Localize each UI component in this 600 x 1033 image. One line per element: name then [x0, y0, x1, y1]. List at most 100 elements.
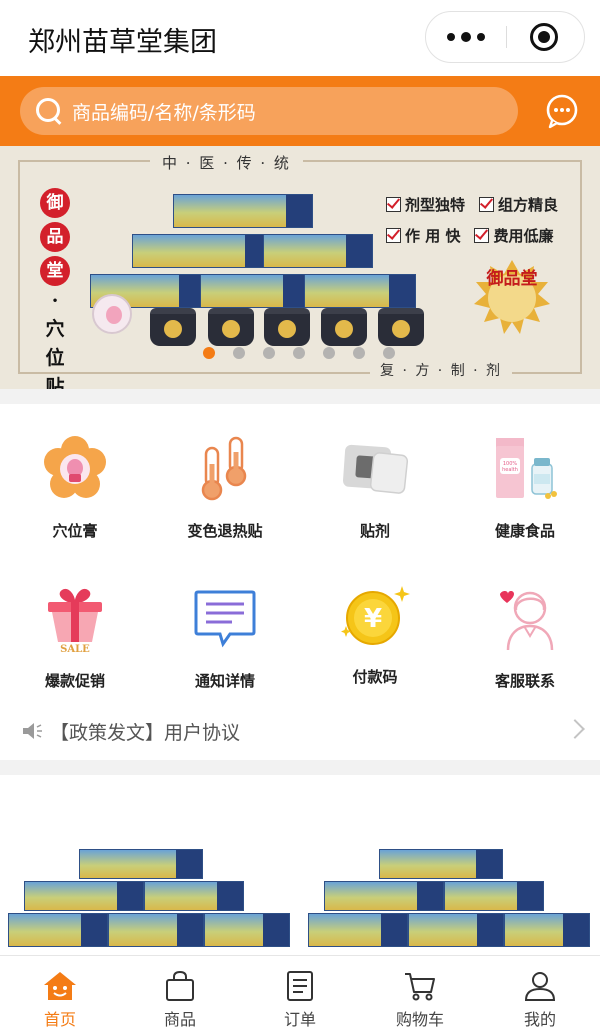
tab-label: 首页: [43, 1010, 76, 1029]
bottom-tab-bar: 首页 商品 订单 购物车 我的: [0, 955, 600, 1033]
tab-home[interactable]: 首页: [0, 956, 120, 1033]
product-card[interactable]: [304, 845, 594, 955]
tab-orders[interactable]: 订单: [240, 956, 360, 1033]
thermometer-icon: [201, 436, 247, 501]
banner-carousel[interactable]: 中 · 医 · 传 · 统 复 · 方 · 制 · 剂 御 品 堂 · 穴 位 …: [0, 146, 600, 389]
carousel-indicator: [203, 347, 395, 359]
menu-item-label: 付款码: [352, 668, 398, 686]
user-icon: [524, 972, 556, 1001]
menu-item-notice-detail[interactable]: 通知详情: [150, 584, 300, 691]
tab-label: 我的: [523, 1010, 556, 1029]
banner-product-image: [88, 186, 424, 356]
product-box: [108, 913, 204, 947]
tab-label: 订单: [283, 1010, 316, 1029]
svg-text:health: health: [502, 467, 518, 473]
svg-text:SALE: SALE: [60, 644, 90, 654]
message-icon[interactable]: [544, 93, 580, 129]
tab-label: 商品: [163, 1010, 196, 1029]
close-mini-program-icon[interactable]: [530, 23, 558, 51]
svg-text:¥: ¥: [364, 604, 382, 634]
product-box: [324, 881, 444, 911]
checkbox-mark-icon: [479, 197, 495, 212]
product-box: [504, 913, 590, 947]
tab-cart[interactable]: 购物车: [360, 956, 480, 1033]
more-options-icon[interactable]: [426, 12, 506, 62]
tab-label: 购物车: [395, 1010, 444, 1029]
product-box: [308, 913, 408, 947]
carousel-dot[interactable]: [293, 347, 305, 359]
health-food-icon: 100% health: [496, 438, 557, 499]
patch-sample-image: [92, 294, 132, 334]
product-box: [263, 234, 373, 268]
carousel-dot[interactable]: [263, 347, 275, 359]
bag-icon: [166, 970, 194, 1001]
carousel-dot[interactable]: [203, 347, 215, 359]
flower-patch-icon: [44, 436, 106, 498]
cart-icon: [405, 973, 435, 1001]
menu-item-label: 爆款促销: [44, 672, 105, 690]
app-title: 郑州苗草堂集团: [28, 27, 217, 58]
sale-gift-icon: SALE: [48, 588, 102, 654]
menu-item-patch[interactable]: 贴剂: [300, 434, 450, 541]
product-box: [204, 913, 290, 947]
brand-char: 堂: [40, 256, 70, 286]
product-jar: [264, 308, 310, 346]
customer-service-icon: [500, 591, 554, 651]
tab-mine[interactable]: 我的: [480, 956, 600, 1033]
menu-item-customer-service[interactable]: 客服联系: [450, 584, 600, 691]
product-card[interactable]: [4, 845, 294, 955]
menu-item-label: 穴位膏: [52, 522, 98, 540]
category-menu: 穴位膏 变色退热贴 贴剂 100% health 健康食品 SALE 爆款促销 …: [0, 404, 600, 760]
notice-bar[interactable]: 【政策发文】用户协议: [0, 708, 600, 754]
seal-text: 御品堂: [486, 269, 538, 289]
search-bar: 商品编码/名称/条形码: [0, 76, 600, 146]
brand-char: 穴: [45, 318, 65, 340]
banner-top-text: 中 · 医 · 传 · 统: [150, 152, 303, 173]
carousel-dot[interactable]: [323, 347, 335, 359]
home-icon: [44, 972, 76, 1000]
capsule-divider: [506, 26, 507, 48]
banner-brand-text: 御 品 堂 · 穴 位 贴: [40, 188, 70, 389]
menu-item-payment-code[interactable]: ¥ 付款码: [300, 580, 450, 687]
menu-item-label: 变色退热贴: [187, 522, 263, 540]
search-icon: [34, 96, 64, 126]
search-placeholder: 商品编码/名称/条形码: [72, 101, 256, 124]
menu-item-hot-sale[interactable]: SALE 爆款促销: [0, 584, 150, 691]
product-box: [173, 194, 313, 228]
banner-bottom-text: 复 · 方 · 制 · 剂: [370, 360, 513, 380]
carousel-dot[interactable]: [353, 347, 365, 359]
product-box: [132, 234, 272, 268]
carousel-dot[interactable]: [233, 347, 245, 359]
menu-item-fever-patch[interactable]: 变色退热贴: [150, 434, 300, 541]
plaster-icon: [342, 444, 409, 494]
payment-coin-icon: ¥: [341, 586, 410, 645]
notice-message-icon: [194, 590, 256, 648]
search-input[interactable]: 商品编码/名称/条形码: [20, 87, 518, 135]
product-box: [144, 881, 244, 911]
menu-item-acupoint-plaster[interactable]: 穴位膏: [0, 434, 150, 541]
tab-products[interactable]: 商品: [120, 956, 240, 1033]
product-box: [379, 849, 503, 879]
menu-item-health-food[interactable]: 100% health 健康食品: [450, 434, 600, 541]
order-list-icon: [287, 971, 313, 1001]
product-jar: [208, 308, 254, 346]
mini-program-page: 郑州苗草堂集团 商品编码/名称/条形码 中 · 医 · 传 · 统 复 · 方 …: [0, 0, 600, 1033]
notice-text: 【政策发文】用户协议: [50, 722, 241, 744]
brand-char: 贴: [45, 376, 65, 389]
menu-item-label: 客服联系: [494, 672, 555, 690]
banner-features: 剂型独特 组方精良 作 用 快 费用低廉: [386, 194, 576, 256]
feature-label: 费用低廉: [493, 227, 554, 245]
product-jar: [321, 308, 367, 346]
product-box: [200, 274, 310, 308]
product-box: [408, 913, 504, 947]
feature-label: 作 用 快: [405, 227, 461, 245]
product-box: [444, 881, 544, 911]
feature-label: 剂型独特: [405, 196, 466, 214]
menu-item-label: 健康食品: [494, 522, 555, 540]
product-section: [0, 775, 600, 955]
brand-char: 位: [45, 347, 65, 369]
capsule-menu: [425, 11, 585, 63]
brand-char: 御: [40, 188, 70, 218]
product-box: [8, 913, 108, 947]
carousel-dot[interactable]: [383, 347, 395, 359]
